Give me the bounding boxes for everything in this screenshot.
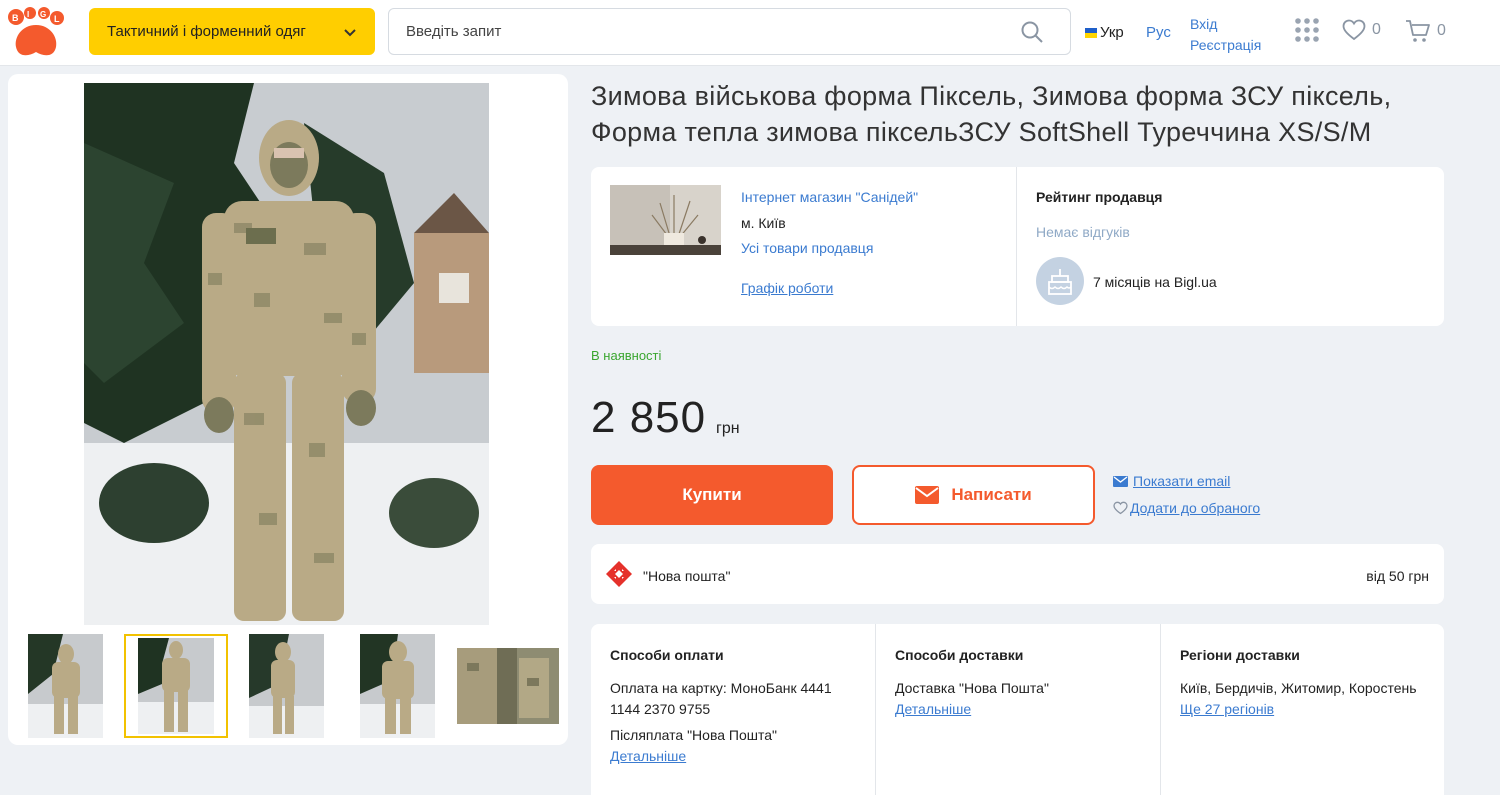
- heart-icon: [1113, 501, 1128, 515]
- show-email-label: Показати email: [1133, 473, 1231, 489]
- product-title-line-2: Форма тепла зимова піксельЗСУ SoftShell …: [591, 117, 1372, 147]
- stock-status: В наявності: [591, 348, 662, 363]
- site-header: B I G L Тактичний і форменний одяг Укр Р…: [0, 0, 1500, 66]
- work-schedule-link[interactable]: Графік роботи: [741, 280, 833, 296]
- delivery-regions: Регіони доставки Київ, Бердичів, Житомир…: [1160, 624, 1444, 795]
- thumbnail-3[interactable]: [249, 634, 324, 738]
- seller-photo[interactable]: [610, 185, 721, 255]
- lang-russian[interactable]: Рус: [1146, 24, 1171, 41]
- seller-card: Інтернет магазин "Санідей" м. Київ Усі т…: [591, 167, 1444, 326]
- login-link[interactable]: Вхід: [1190, 14, 1261, 35]
- thumbnail-2[interactable]: [124, 634, 228, 738]
- favorites-button[interactable]: 0: [1342, 19, 1381, 41]
- cake-icon: [1036, 257, 1084, 305]
- shipping-details-link[interactable]: Детальніше: [895, 699, 971, 720]
- payment-method-card: Оплата на картку: МоноБанк 4441 1144 237…: [610, 680, 832, 717]
- thumbnail-5[interactable]: [457, 648, 559, 724]
- payment-methods: Способи оплати Оплата на картку: МоноБан…: [591, 624, 875, 795]
- search-box: [388, 8, 1071, 55]
- svg-text:L: L: [54, 14, 60, 24]
- thumbnail-4[interactable]: [360, 634, 435, 738]
- product-gallery: [8, 74, 568, 745]
- main-product-photo[interactable]: [84, 83, 489, 625]
- envelope-icon: [1113, 475, 1128, 487]
- shipping-method: Доставка "Нова Пошта": [895, 680, 1049, 696]
- apps-grid-icon[interactable]: [1294, 17, 1320, 43]
- nova-poshta-logo-icon: [606, 561, 632, 587]
- svg-text:I: I: [27, 10, 29, 19]
- thumbnail-strip: [8, 634, 568, 738]
- delivery-price: від 50 грн: [1366, 568, 1429, 584]
- cart-count: 0: [1437, 22, 1446, 39]
- envelope-icon: [915, 486, 940, 504]
- buy-button[interactable]: Купити: [591, 465, 833, 525]
- all-seller-goods-link[interactable]: Усі товари продавця: [741, 240, 873, 256]
- write-button-label: Написати: [951, 485, 1032, 504]
- delivery-carrier: "Нова пошта": [643, 568, 731, 584]
- lang-ukrainian[interactable]: Укр: [1085, 24, 1124, 41]
- delivery-regions-list: Київ, Бердичів, Житомир, Коростень: [1180, 680, 1417, 696]
- svg-text:G: G: [40, 10, 46, 19]
- write-button[interactable]: Написати: [852, 465, 1095, 525]
- product-title: Зимова військова форма Піксель, Зимова ф…: [591, 78, 1451, 150]
- shop-name-link[interactable]: Інтернет магазин "Санідей": [741, 189, 918, 205]
- shipping-methods: Способи доставки Доставка "Нова Пошта" Д…: [875, 624, 1160, 795]
- bigl-logo[interactable]: B I G L: [6, 7, 66, 59]
- cart-button[interactable]: 0: [1405, 19, 1446, 43]
- seller-rating-text: Немає відгуків: [1036, 224, 1130, 240]
- add-to-favorites-link[interactable]: Додати до обраного: [1113, 500, 1260, 516]
- show-email-link[interactable]: Показати email: [1113, 473, 1230, 489]
- payment-methods-title: Способи оплати: [610, 647, 724, 663]
- auth-links: Вхід Реєстрація: [1190, 14, 1261, 56]
- search-icon[interactable]: [1020, 20, 1044, 44]
- svg-text:B: B: [12, 13, 19, 23]
- more-regions-link[interactable]: Ще 27 регіонів: [1180, 699, 1274, 720]
- chevron-down-icon: [344, 28, 356, 36]
- info-card: Способи оплати Оплата на картку: МоноБан…: [591, 624, 1444, 795]
- months-on-site: 7 місяців на Bigl.ua: [1093, 274, 1217, 290]
- price-currency: грн: [716, 420, 740, 437]
- payment-details-link[interactable]: Детальніше: [610, 746, 686, 767]
- lang-ua-label: Укр: [1100, 24, 1124, 41]
- shipping-methods-title: Способи доставки: [895, 647, 1024, 663]
- cart-icon: [1406, 20, 1430, 42]
- product-price: 2 850: [591, 393, 707, 442]
- thumbnail-1[interactable]: [28, 634, 103, 738]
- delivery-card: "Нова пошта" від 50 грн: [591, 544, 1444, 604]
- search-input[interactable]: [389, 9, 989, 54]
- shop-city: м. Київ: [741, 215, 786, 231]
- category-dropdown[interactable]: Тактичний і форменний одяг: [89, 8, 375, 55]
- register-link[interactable]: Реєстрація: [1190, 35, 1261, 56]
- add-to-favorites-label: Додати до обраного: [1130, 500, 1261, 516]
- delivery-regions-title: Регіони доставки: [1180, 647, 1300, 663]
- product-title-line-1: Зимова військова форма Піксель, Зимова ф…: [591, 81, 1392, 111]
- payment-method-cod: Післяплата "Нова Пошта": [610, 727, 777, 743]
- ukraine-flag-icon: [1085, 27, 1097, 38]
- buy-button-label: Купити: [682, 485, 742, 504]
- seller-rating-title: Рейтинг продавця: [1036, 189, 1163, 205]
- favorites-count: 0: [1372, 21, 1381, 38]
- seller-card-divider: [1016, 167, 1017, 326]
- category-label: Тактичний і форменний одяг: [107, 23, 306, 40]
- heart-icon: [1342, 19, 1366, 41]
